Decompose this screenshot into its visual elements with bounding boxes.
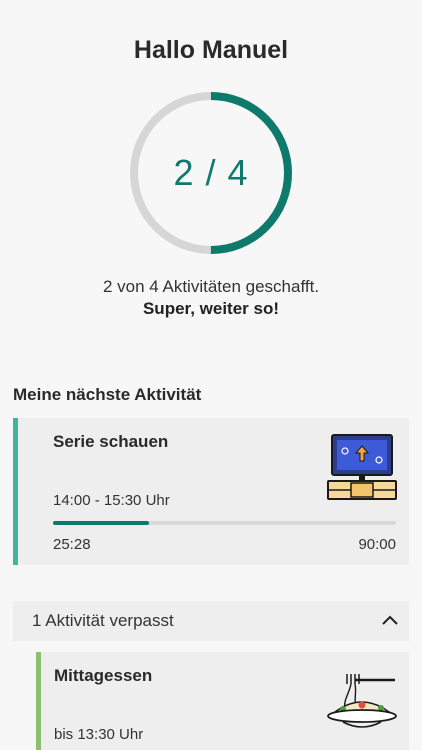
missed-activities-label: 1 Aktivität verpasst [32,611,174,630]
activity-title: Serie schauen [53,432,169,451]
elapsed-time: 25:28 [53,536,91,553]
activity-progress-fill [53,521,150,525]
activity-progress-bar [53,521,396,525]
activity-time: 14:00 - 15:30 Uhr [53,492,170,509]
chevron-up-icon[interactable] [381,613,399,632]
food-plate-icon [325,672,399,737]
summary-encouragement: Super, weiter so! [142,299,280,318]
next-activity-heading: Meine nächste Aktivität [13,385,202,404]
progress-summary: 2 von 4 Aktivitäten geschafft. Super, we… [0,276,422,320]
missed-activities-toggle[interactable]: 1 Aktivität verpasst [13,601,409,641]
activity-title: Mittagessen [54,666,153,685]
summary-line: 2 von 4 Aktivitäten geschafft. [102,277,320,296]
greeting-title: Hallo Manuel [133,36,289,64]
activity-time: bis 13:30 Uhr [54,726,144,743]
total-duration: 90:00 [358,536,396,553]
missed-activity-card[interactable]: Mittagessen bis 13:30 Uhr [36,652,409,750]
activity-progress-ring: 2 / 4 [128,90,294,256]
progress-ring-label: 2 / 4 [173,152,249,193]
tv-icon [327,434,397,505]
next-activity-card[interactable]: Serie schauen 14:00 - 15:30 Uhr 25:28 90… [13,418,409,565]
